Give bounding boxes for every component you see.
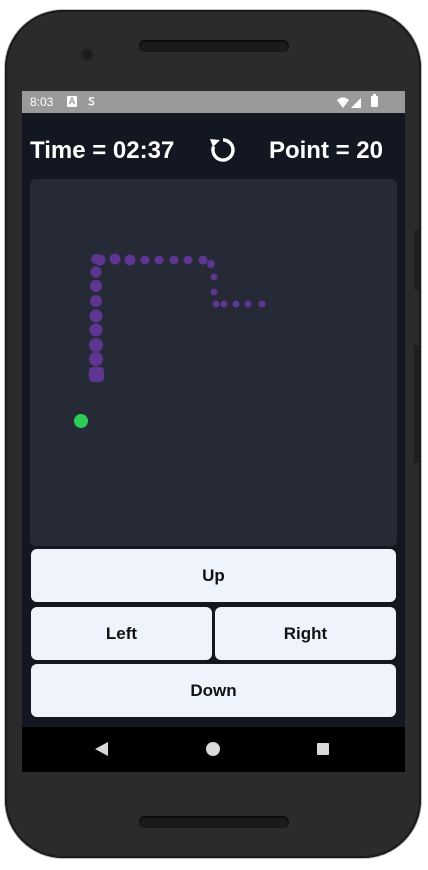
status-time: 8:03 — [30, 95, 54, 109]
board-canvas — [74, 253, 266, 428]
snake-segment — [89, 309, 103, 323]
snake-segment — [232, 300, 240, 308]
refresh-icon — [210, 138, 235, 162]
left-button[interactable]: Left — [31, 607, 212, 660]
up-button[interactable]: Up — [31, 549, 396, 602]
snake-segment — [210, 273, 218, 281]
point-label: Point = 20 — [268, 137, 383, 164]
recents-icon[interactable] — [317, 743, 329, 755]
s-notification-icon — [86, 96, 96, 107]
snake-segment — [109, 253, 121, 265]
snake-segment — [124, 254, 136, 266]
bottom-speaker — [139, 816, 289, 828]
snake-segment — [258, 300, 266, 308]
battery-icon — [371, 94, 378, 107]
snake-segment — [198, 255, 208, 265]
down-button[interactable]: Down — [31, 664, 396, 717]
right-button[interactable]: Right — [215, 607, 396, 660]
snake-segment — [90, 295, 102, 307]
snake-segment — [244, 300, 252, 308]
snake-head — [89, 367, 104, 382]
power-button — [414, 345, 419, 463]
snake-segment — [210, 288, 218, 296]
snake-segment — [140, 255, 150, 265]
snake-segment — [94, 254, 106, 266]
game-board — [30, 179, 397, 546]
snake-segment — [89, 338, 103, 352]
app-screen: 8:03 A Time = 02:37 Point = 20 Up Left R… — [22, 91, 405, 772]
restart-button[interactable] — [208, 135, 238, 165]
snake-segment — [212, 300, 220, 308]
snake-segment — [90, 266, 102, 278]
snake-segment — [207, 260, 215, 268]
a-notification-icon: A — [67, 96, 77, 107]
snake-segment — [183, 255, 193, 265]
home-icon[interactable] — [206, 742, 220, 756]
status-bar: 8:03 A — [22, 91, 405, 113]
snake-segment — [89, 352, 103, 366]
snake-segment — [90, 280, 102, 292]
wifi-icon — [337, 97, 349, 108]
top-speaker — [139, 40, 289, 52]
snake-segment — [89, 323, 103, 337]
snake-segment — [169, 255, 179, 265]
snake-segment — [220, 300, 228, 308]
front-camera — [83, 50, 92, 59]
game-header: Time = 02:37 Point = 20 — [22, 113, 405, 179]
navigation-bar — [22, 727, 405, 772]
back-icon[interactable] — [95, 742, 108, 756]
food-pellet — [74, 414, 88, 428]
time-label: Time = 02:37 — [30, 137, 175, 164]
snake-segment — [154, 255, 164, 265]
signal-icon — [337, 97, 361, 108]
control-pad: Up Left Right Down — [22, 546, 405, 727]
volume-button — [414, 230, 419, 290]
